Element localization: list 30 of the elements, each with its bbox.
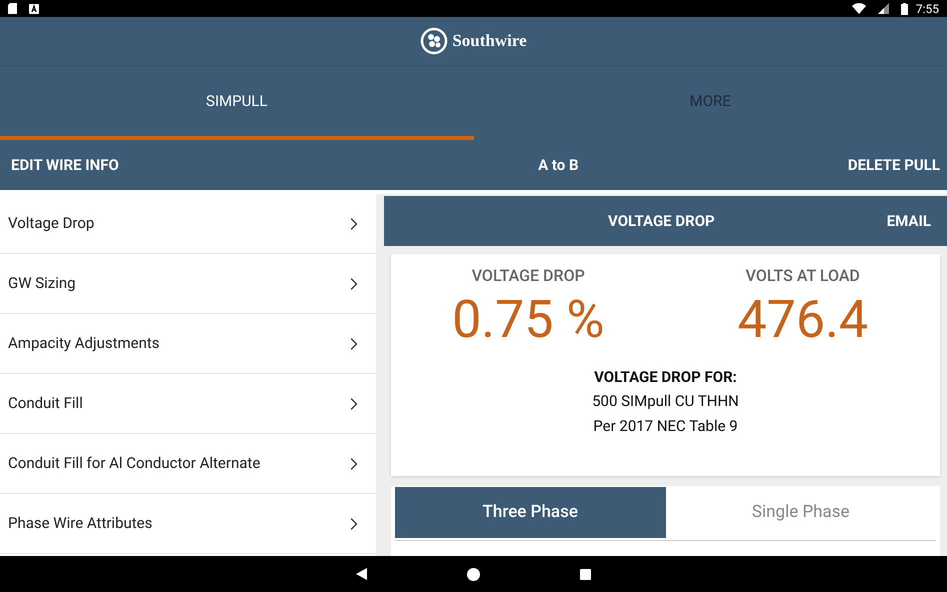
brand-name: Southwire (452, 30, 527, 52)
detail-text: 500 SIMpull CU THHN (592, 390, 739, 412)
email-button[interactable]: EMAIL (886, 210, 931, 232)
delete-pull-button[interactable]: DELETE PULL (848, 154, 940, 176)
recents-icon[interactable] (580, 568, 591, 580)
signal-icon (878, 3, 889, 14)
menu-item[interactable]: Conduit Fill (0, 374, 376, 434)
phase-toggle[interactable]: Three Phase (395, 487, 666, 538)
sd-card-icon (8, 3, 17, 14)
menu-item[interactable]: GW Sizing (0, 254, 376, 314)
panel-title: VOLTAGE DROP (608, 210, 715, 232)
caption: VOLTAGE DROP FOR: (594, 367, 737, 388)
menu-item[interactable]: Conduit Fill for Al Conductor Alternate (0, 434, 376, 494)
detail-text: Per 2017 NEC Table 9 (593, 416, 738, 436)
home-icon[interactable] (467, 568, 480, 580)
result-value: 0.75 % (452, 288, 604, 352)
back-icon[interactable] (356, 568, 367, 580)
result-label: VOLTAGE DROP (472, 265, 585, 287)
pull-name: A to B (538, 154, 579, 176)
edit-wire-info-button[interactable]: EDIT WIRE INFO (11, 154, 119, 176)
battery-icon (900, 2, 908, 14)
result-label: VOLTS AT LOAD (746, 265, 860, 287)
menu-item[interactable]: Phase Wire Attributes (0, 494, 376, 554)
menu-item[interactable]: Voltage Drop (0, 194, 376, 254)
wifi-icon (852, 3, 866, 14)
status-time: 7:55 (916, 0, 939, 18)
result-value: 476.4 (737, 288, 868, 352)
logo-icon (420, 27, 448, 55)
notification-icon (29, 4, 39, 14)
menu-item[interactable]: Ampacity Adjustments (0, 314, 376, 374)
